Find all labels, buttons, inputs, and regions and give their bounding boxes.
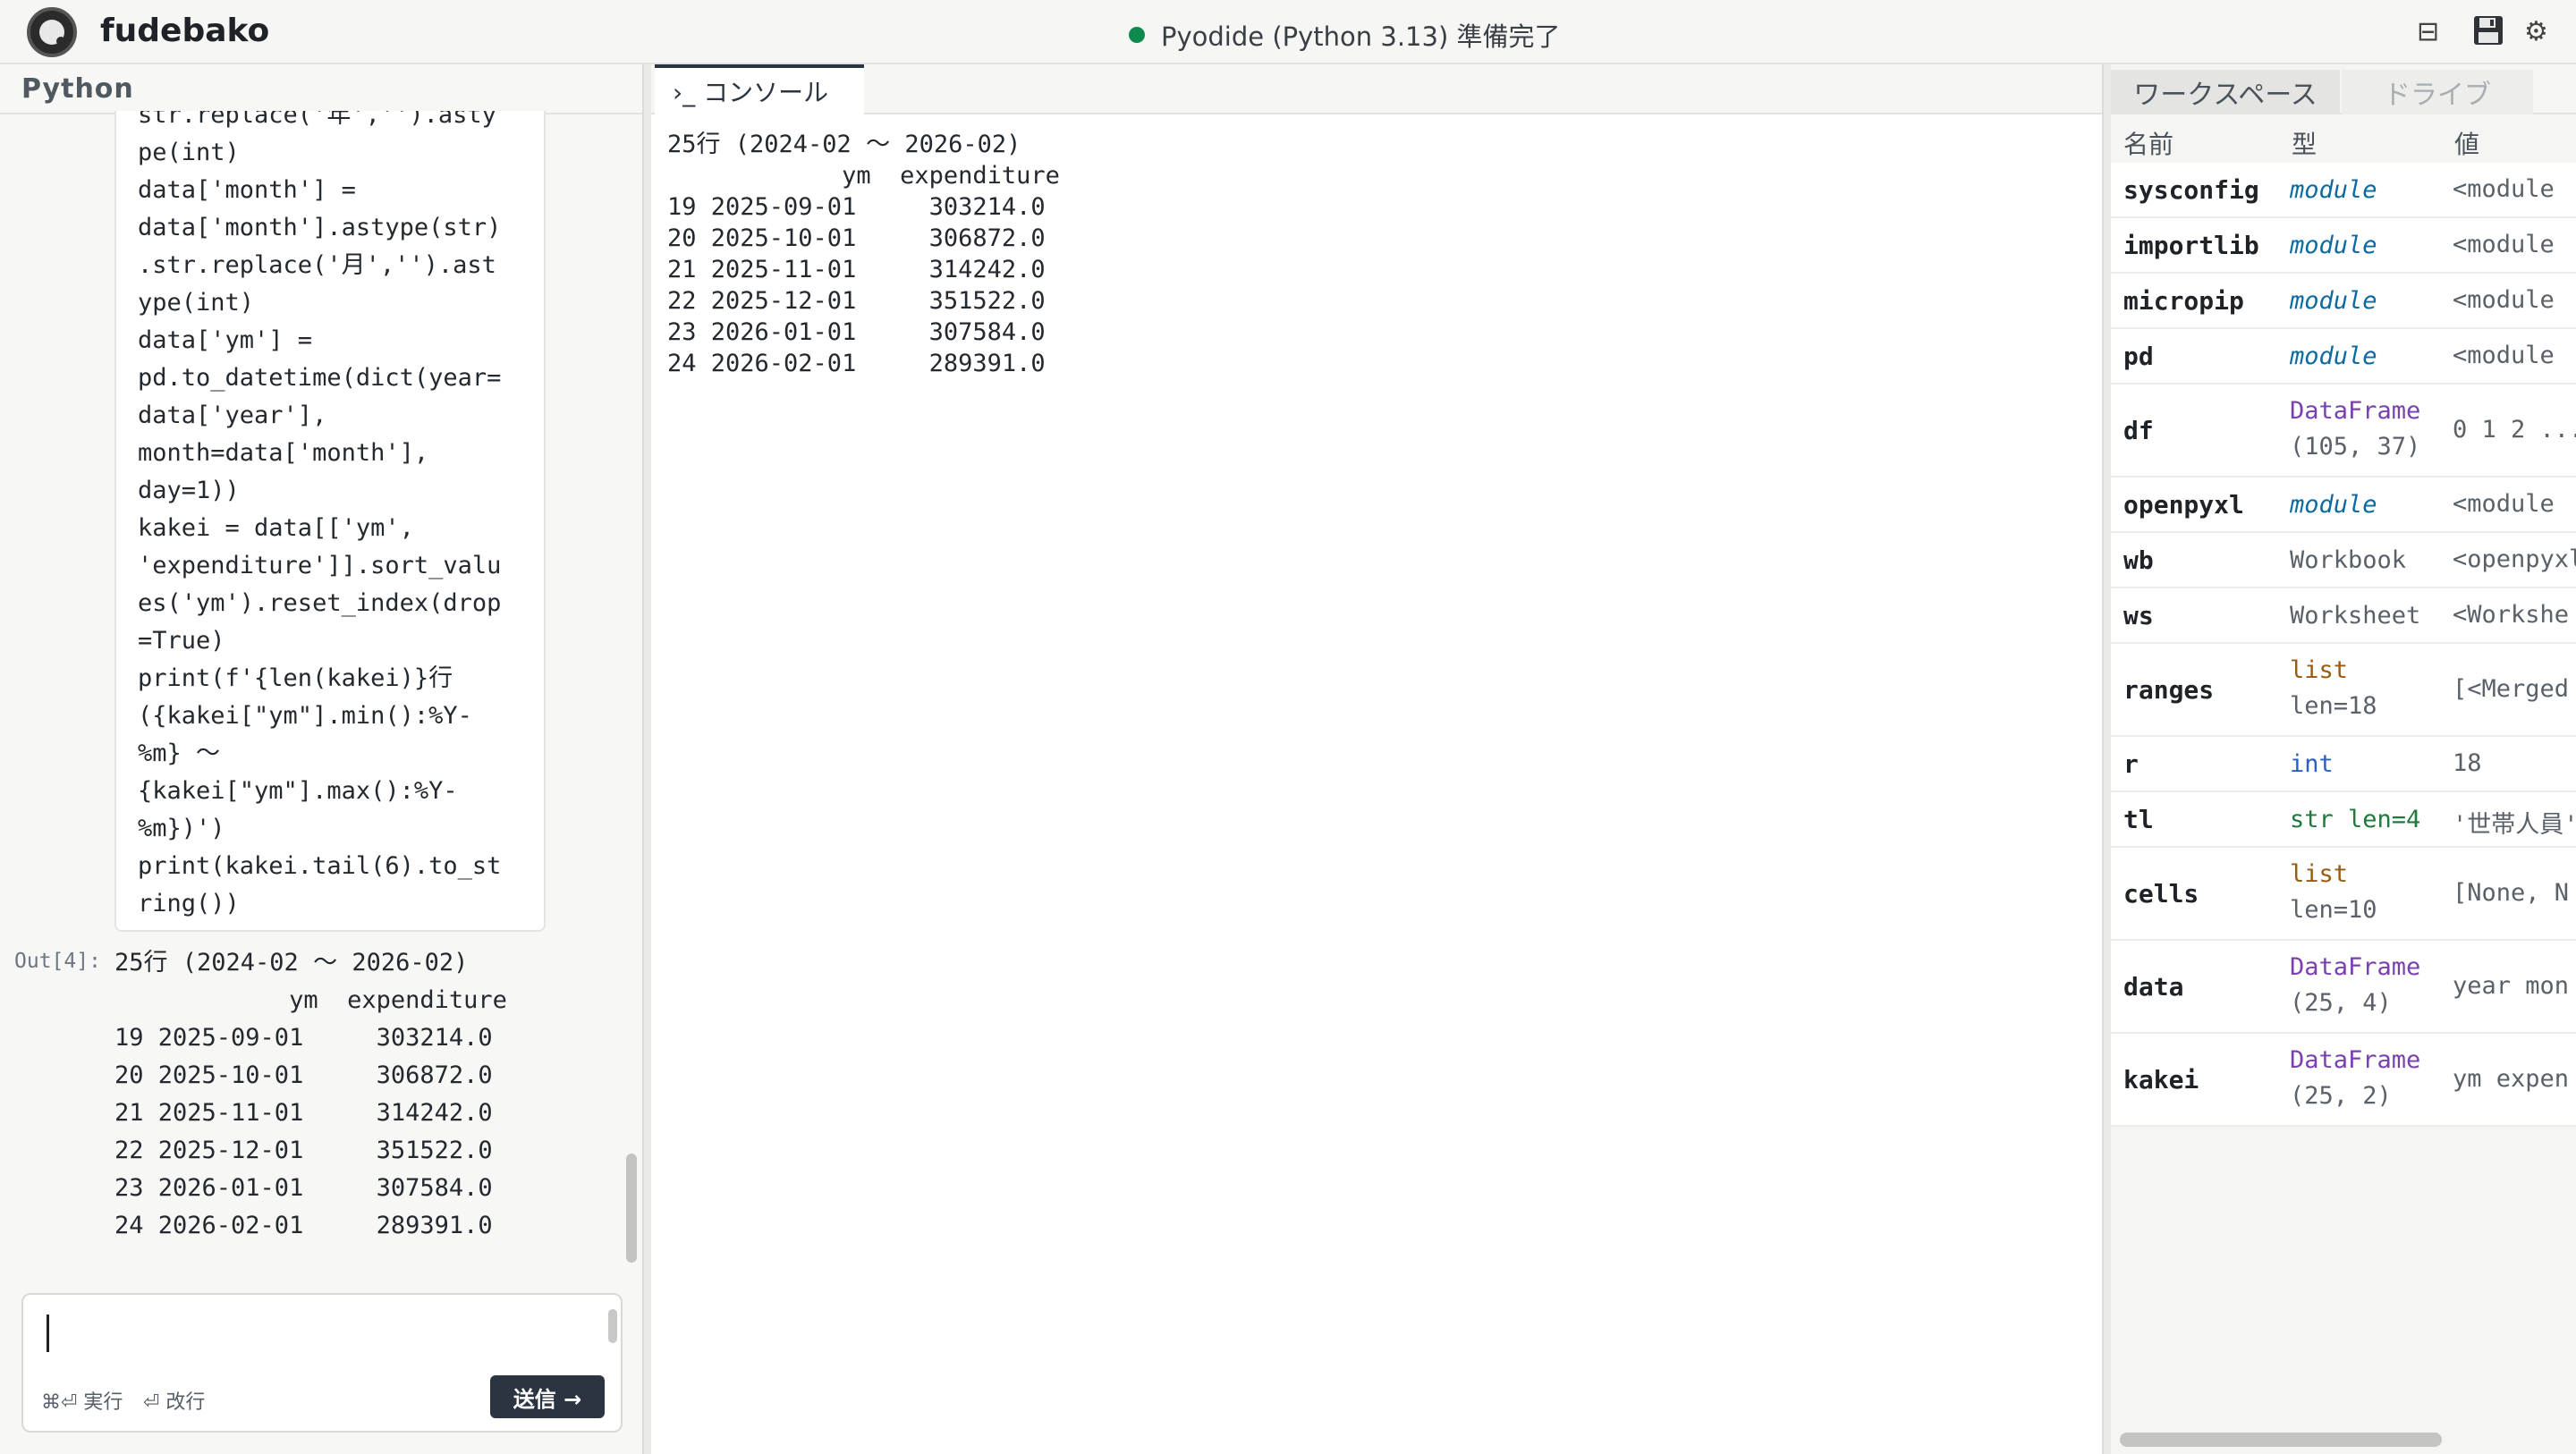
tab-drive[interactable]: ドライブ: [2342, 70, 2533, 114]
variable-type: DataFrame (25, 2): [2290, 1046, 2421, 1110]
column-value: 値: [2454, 130, 2480, 159]
run-shortcut-hint: ⌘⏎ 実行: [41, 1391, 123, 1414]
variable-name: ws: [2123, 601, 2154, 630]
variable-row-ws[interactable]: ws Worksheet <Workshe: [2111, 588, 2576, 644]
history-scrollbar[interactable]: [626, 1154, 637, 1263]
variable-type: str len=4: [2290, 806, 2421, 833]
variable-name: df: [2123, 416, 2154, 445]
variable-type: Worksheet: [2290, 602, 2421, 630]
variable-type: module: [2290, 491, 2377, 519]
column-type: 型: [2292, 130, 2318, 159]
variable-name: kakei: [2123, 1065, 2199, 1095]
split-view-icon[interactable]: ⊟: [2417, 14, 2439, 50]
variable-type: list len=10: [2290, 860, 2377, 924]
variable-name: cells: [2123, 879, 2199, 909]
variable-type: int: [2290, 750, 2334, 778]
variable-value: <module: [2453, 286, 2555, 314]
workspace-tabs: ワークスペース ドライブ: [2111, 64, 2576, 114]
variable-value: <module: [2453, 342, 2555, 369]
variable-name: micropip: [2123, 286, 2244, 316]
runtime-status: Pyodide (Python 3.13) 準備完了: [1129, 16, 1560, 54]
variable-name: pd: [2123, 342, 2154, 371]
variable-value: <module: [2453, 231, 2555, 258]
variable-value: <module: [2453, 175, 2555, 203]
variable-name: ranges: [2123, 675, 2215, 705]
variable-name: openpyxl: [2123, 490, 2244, 520]
console-output: 25行 (2024-02 〜 2026-02) ym expenditure 1…: [667, 131, 1060, 377]
variable-row-tl[interactable]: tl str len=4 '世帯人員': [2111, 792, 2576, 848]
variable-value: 0 1 2 ...: [2453, 416, 2576, 444]
variable-row-micropip[interactable]: micropip module <module: [2111, 274, 2576, 329]
workspace-panel: ワークスペース ドライブ 名前 型 値 sysconfig module <modu…: [2111, 64, 2576, 1454]
variable-row-data[interactable]: data DataFrame (25, 4) year mon: [2111, 941, 2576, 1034]
top-bar: fudebako Pyodide (Python 3.13) 準備完了 ⊟ ⚙: [0, 0, 2576, 64]
text-caret: [47, 1315, 49, 1352]
variable-row-importlib[interactable]: importlib module <module: [2111, 218, 2576, 274]
variable-name: r: [2123, 749, 2139, 779]
send-button[interactable]: 送信 →: [490, 1375, 605, 1418]
variable-row-openpyxl[interactable]: openpyxl module <module: [2111, 478, 2576, 533]
tab-console[interactable]: ›_ コンソール: [655, 64, 864, 114]
variable-type: list len=18: [2290, 656, 2377, 720]
variable-type: module: [2290, 342, 2377, 370]
variable-type: DataFrame (25, 4): [2290, 953, 2421, 1017]
variable-value: [<Merged: [2453, 675, 2570, 703]
status-dot-icon: [1129, 27, 1145, 43]
python-panel: Python str.replace('年','').asty pe(int) …: [0, 64, 642, 1454]
workspace-horizontal-scrollbar[interactable]: [2120, 1433, 2442, 1447]
variable-value: '世帯人員': [2453, 811, 2576, 839]
variable-name: sysconfig: [2123, 175, 2259, 205]
console-tab-bar: ›_ コンソール: [651, 64, 2102, 114]
variable-row-wb[interactable]: wb Workbook <openpyxl: [2111, 533, 2576, 588]
code-text: str.replace('年','').asty pe(int) data['m…: [138, 111, 502, 917]
variable-type: module: [2290, 287, 2377, 315]
console-panel: ›_ コンソール 25行 (2024-02 〜 2026-02) ym expe…: [651, 64, 2102, 1454]
variable-name: tl: [2123, 805, 2154, 834]
variable-table-header: 名前 型 値: [2111, 116, 2576, 163]
column-name: 名前: [2123, 130, 2174, 159]
variable-value: year mon: [2453, 972, 2570, 1000]
app-logo: [27, 7, 77, 57]
panel-title: Python: [21, 73, 134, 105]
variable-type: module: [2290, 176, 2377, 204]
variable-value: [None, N: [2453, 879, 2570, 907]
tab-workspace[interactable]: ワークスペース: [2111, 70, 2340, 114]
workspace-resize-handle[interactable]: [2102, 64, 2111, 1454]
variable-value: <Workshe: [2453, 601, 2570, 629]
variable-value: <module: [2453, 490, 2555, 518]
app-title: fudebako: [100, 13, 270, 49]
variable-row-r[interactable]: r int 18: [2111, 737, 2576, 792]
variable-row-ranges[interactable]: ranges list len=18 [<Merged: [2111, 644, 2576, 737]
input-scrollbar[interactable]: [608, 1309, 617, 1343]
variable-type: DataFrame (105, 37): [2290, 397, 2421, 461]
newline-shortcut-hint: ⏎ 改行: [143, 1391, 206, 1414]
variable-row-kakei[interactable]: kakei DataFrame (25, 2) ym expen: [2111, 1034, 2576, 1127]
settings-icon[interactable]: ⚙: [2524, 14, 2548, 50]
variable-name: wb: [2123, 545, 2154, 575]
save-icon[interactable]: [2472, 14, 2504, 55]
cell-output: 25行 (2024-02 〜 2026-02) ym expenditure 1…: [114, 949, 507, 1239]
variable-type: Workbook: [2290, 546, 2407, 574]
variable-type: module: [2290, 232, 2377, 259]
variable-value: <openpyxl: [2453, 545, 2576, 573]
variable-name: importlib: [2123, 231, 2259, 260]
variable-name: data: [2123, 972, 2184, 1002]
code-input[interactable]: ⌘⏎ 実行 ⏎ 改行 送信 →: [21, 1293, 623, 1433]
variable-row-sysconfig[interactable]: sysconfig module <module: [2111, 163, 2576, 218]
variable-value: 18: [2453, 749, 2482, 777]
variable-table: sysconfig module <module importlib module <mo…: [2111, 163, 2576, 1127]
variable-row-df[interactable]: df DataFrame (105, 37) 0 1 2 ...: [2111, 385, 2576, 478]
variable-row-cells[interactable]: cells list len=10 [None, N: [2111, 848, 2576, 941]
panel-resize-handle[interactable]: [642, 64, 651, 1454]
output-label: Out[4]:: [14, 950, 101, 973]
variable-value: ym expen: [2453, 1065, 2570, 1093]
code-cell[interactable]: str.replace('年','').asty pe(int) data['m…: [114, 111, 546, 932]
status-text: Pyodide (Python 3.13) 準備完了: [1161, 21, 1561, 52]
variable-row-pd[interactable]: pd module <module: [2111, 329, 2576, 385]
